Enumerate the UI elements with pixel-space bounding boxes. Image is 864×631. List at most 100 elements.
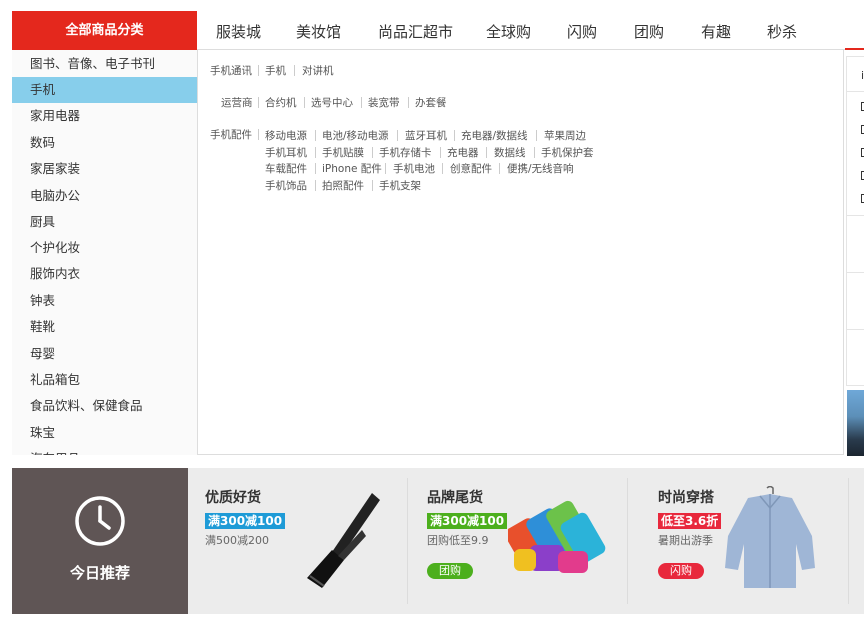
flyout-group-title[interactable]: 运营商 <box>221 95 253 110</box>
sidebar-item-auto[interactable]: 汽车用品 <box>12 446 197 455</box>
today-recommend-panel: 今日推荐 <box>12 468 188 614</box>
sidebar-item-digital[interactable]: 数码 <box>12 130 197 156</box>
flyout-link[interactable]: 充电器 <box>447 145 479 160</box>
separator <box>361 97 362 108</box>
all-categories-button[interactable]: 全部商品分类 <box>12 11 197 50</box>
flyout-link[interactable]: 手机支架 <box>379 178 421 193</box>
separator <box>258 129 259 140</box>
separator <box>258 97 259 108</box>
divider <box>627 478 628 604</box>
divider <box>847 215 864 216</box>
flyout-link[interactable]: 电池/移动电源 <box>322 128 389 143</box>
towels-image[interactable] <box>508 493 608 583</box>
separator <box>304 97 305 108</box>
flyout-link[interactable]: 车载配件 <box>265 161 307 176</box>
sidebar-item-bags[interactable]: 礼品箱包 <box>12 367 197 393</box>
sidebar-item-appliances[interactable]: 家用电器 <box>12 103 197 129</box>
separator <box>294 65 295 76</box>
sidebar-item-shoes[interactable]: 鞋靴 <box>12 314 197 340</box>
nav-item-flash[interactable]: 闪购 <box>567 21 597 42</box>
divider <box>847 272 864 273</box>
card-subtitle: 满500减200 <box>205 534 269 547</box>
flyout-link[interactable]: 手机耳机 <box>265 145 307 160</box>
flyout-link[interactable]: 选号中心 <box>311 95 353 110</box>
flyout-link[interactable]: 移动电源 <box>265 128 307 143</box>
sidebar-item-computers[interactable]: 电脑办公 <box>12 183 197 209</box>
separator <box>536 130 537 141</box>
right-side-panel: i <box>846 56 864 386</box>
promo-badge: 满300减100 <box>427 513 508 529</box>
nav-item-clothing[interactable]: 服装城 <box>216 21 261 42</box>
clock-icon <box>75 496 125 546</box>
flash-sale-button[interactable]: 闪购 <box>658 563 704 579</box>
divider <box>848 478 849 604</box>
card-title[interactable]: 品牌尾货 <box>427 487 483 507</box>
flyout-link[interactable]: 便携/无线音响 <box>507 161 574 176</box>
separator <box>499 163 500 174</box>
nav-item-supermarket[interactable]: 尚品汇超市 <box>378 21 453 42</box>
group-buy-button[interactable]: 团购 <box>427 563 473 579</box>
sidebar-item-books[interactable]: 图书、音像、电子书刊 <box>12 51 197 77</box>
sidebar-item-jewelry[interactable]: 珠宝 <box>12 420 197 446</box>
flyout-link[interactable]: 数据线 <box>494 145 526 160</box>
flyout-group-title[interactable]: 手机通讯 <box>210 63 252 78</box>
flyout-link[interactable]: 对讲机 <box>302 63 334 78</box>
separator <box>315 130 316 141</box>
flyout-group-title[interactable]: 手机配件 <box>210 127 252 142</box>
card-title[interactable]: 时尚穿搭 <box>658 487 714 507</box>
separator <box>408 97 409 108</box>
right-banner-image[interactable] <box>847 390 864 456</box>
flyout-link[interactable]: 蓝牙耳机 <box>405 128 447 143</box>
flyout-link[interactable]: 充电器/数据线 <box>461 128 528 143</box>
separator <box>258 65 259 76</box>
promo-badge: 满300减100 <box>205 513 286 529</box>
divider <box>407 478 408 604</box>
sidebar-item-kitchen[interactable]: 厨具 <box>12 209 197 235</box>
flyout-link[interactable]: 装宽带 <box>368 95 400 110</box>
separator <box>397 130 398 141</box>
nav-item-beauty[interactable]: 美妆馆 <box>296 21 341 42</box>
flyout-link[interactable]: 手机饰品 <box>265 178 307 193</box>
flyout-link[interactable]: iPhone 配件 <box>322 161 382 176</box>
separator <box>454 130 455 141</box>
separator <box>315 163 316 174</box>
flyout-link[interactable]: 手机保护套 <box>541 145 594 160</box>
flyout-link[interactable]: 手机贴膜 <box>322 145 364 160</box>
sidebar-item-phones[interactable]: 手机 <box>12 77 197 103</box>
sidebar-item-personal-care[interactable]: 个护化妆 <box>12 235 197 261</box>
sidebar-item-home[interactable]: 家居家装 <box>12 156 197 182</box>
promo-badge: 低至3.6折 <box>658 513 722 529</box>
category-sidebar: 图书、音像、电子书刊 手机 家用电器 数码 家居家装 电脑办公 厨具 个护化妆 … <box>12 50 197 455</box>
sidebar-item-food[interactable]: 食品饮料、保健食品 <box>12 393 197 419</box>
flyout-link[interactable]: 创意配件 <box>450 161 492 176</box>
separator <box>442 163 443 174</box>
separator <box>372 147 373 158</box>
separator <box>315 180 316 191</box>
flyout-link[interactable]: 拍照配件 <box>322 178 364 193</box>
sidebar-item-watches[interactable]: 钟表 <box>12 288 197 314</box>
sidebar-item-apparel[interactable]: 服饰内衣 <box>12 261 197 287</box>
flyout-link[interactable]: 办套餐 <box>415 95 447 110</box>
flyout-link[interactable]: 手机电池 <box>393 161 435 176</box>
nav-accent-line <box>845 48 864 50</box>
nav-item-fun[interactable]: 有趣 <box>701 21 731 42</box>
shirt-image[interactable] <box>720 486 820 590</box>
top-nav: 全部商品分类 服装城 美妆馆 尚品汇超市 全球购 闪购 团购 有趣 秒杀 <box>0 0 864 50</box>
nav-item-seckill[interactable]: 秒杀 <box>767 21 797 42</box>
handheld-vacuum-image[interactable] <box>302 490 382 590</box>
card-subtitle: 暑期出游季 <box>658 534 713 547</box>
card-title[interactable]: 优质好货 <box>205 487 261 507</box>
separator <box>315 147 316 158</box>
category-flyout: 手机通讯 手机 对讲机 运营商 合约机 选号中心 装宽带 办套餐 手机配件 移动… <box>197 50 844 455</box>
separator <box>440 147 441 158</box>
nav-item-group[interactable]: 团购 <box>634 21 664 42</box>
separator <box>372 180 373 191</box>
flyout-link[interactable]: 手机存储卡 <box>379 145 432 160</box>
flyout-link[interactable]: 合约机 <box>265 95 297 110</box>
flyout-link[interactable]: 苹果周边 <box>544 128 586 143</box>
flyout-link[interactable]: 手机 <box>265 63 286 78</box>
card-subtitle: 团购低至9.9 <box>427 534 489 547</box>
sidebar-item-baby[interactable]: 母婴 <box>12 341 197 367</box>
nav-item-global[interactable]: 全球购 <box>486 21 531 42</box>
divider <box>847 91 864 92</box>
